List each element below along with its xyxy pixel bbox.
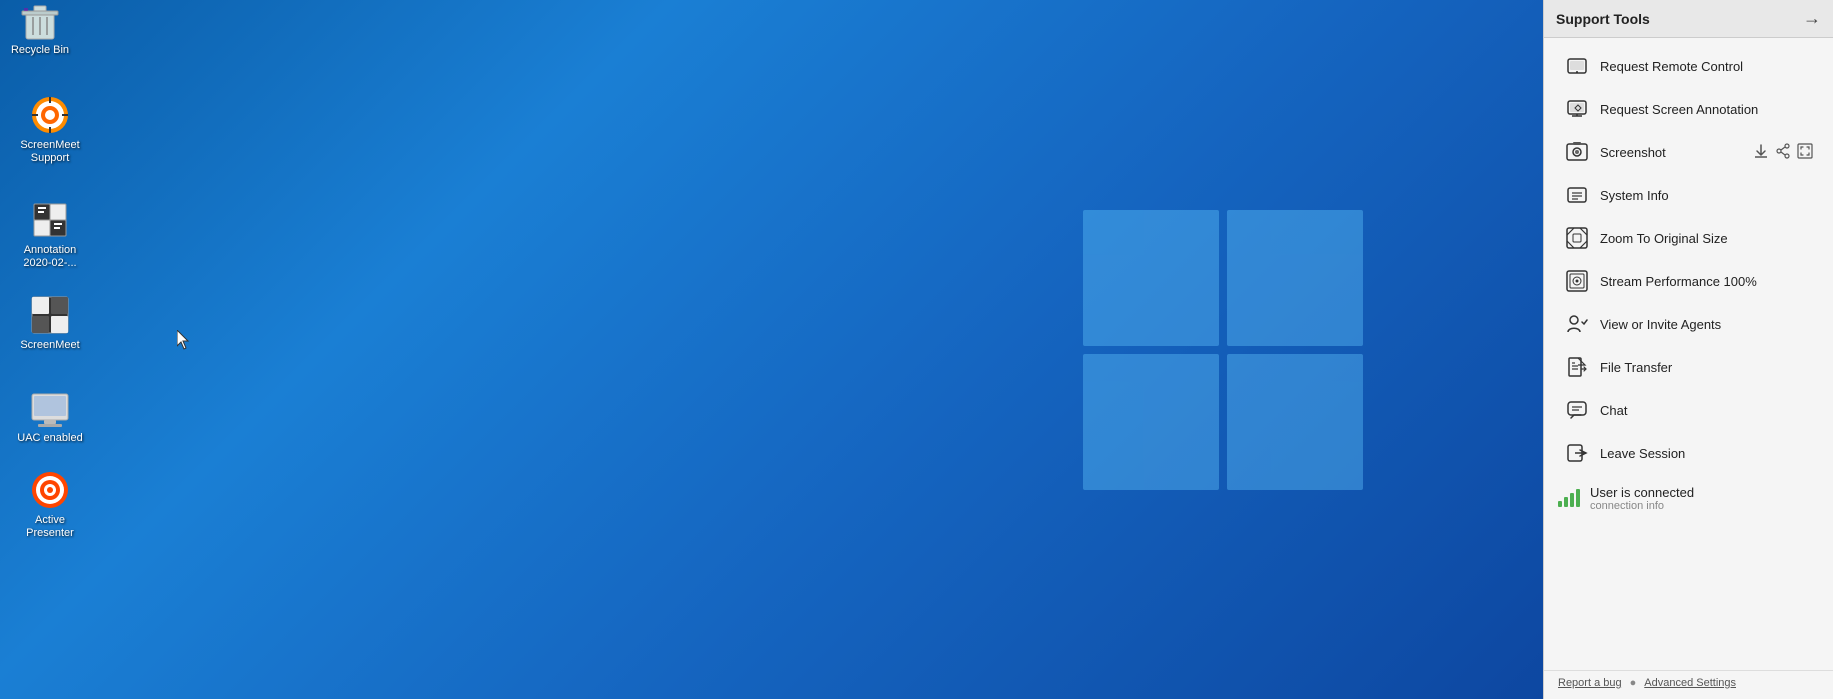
chat-label: Chat	[1600, 403, 1627, 418]
advanced-settings-link[interactable]: Advanced Settings	[1644, 677, 1736, 689]
screenshot-item[interactable]: Screenshot	[1550, 131, 1827, 173]
system-info-label: System Info	[1600, 188, 1669, 203]
windows-logo	[1083, 210, 1363, 490]
signal-bar-2	[1564, 497, 1568, 507]
win-pane-bl	[1083, 354, 1219, 490]
panel-header: Support Tools →	[1544, 0, 1833, 38]
chat-icon	[1564, 397, 1590, 423]
system-info-icon	[1564, 182, 1590, 208]
request-remote-control-label: Request Remote Control	[1600, 59, 1743, 74]
signal-bars-icon	[1558, 487, 1580, 507]
screen-annotation-icon	[1564, 96, 1590, 122]
uac-enabled-icon[interactable]: UAC enabled	[10, 388, 90, 445]
connection-status-sub: connection info	[1590, 500, 1694, 512]
panel-expand-arrow[interactable]: →	[1803, 8, 1821, 29]
system-info-item[interactable]: System Info	[1550, 174, 1827, 216]
file-transfer-label: File Transfer	[1600, 360, 1672, 375]
screenshot-icon	[1564, 139, 1590, 165]
zoom-icon	[1564, 225, 1590, 251]
desktop-area: Recycle Bin ScreenMeetSupport	[0, 0, 1543, 699]
screenshot-label: Screenshot	[1600, 145, 1749, 160]
signal-bar-3	[1570, 493, 1574, 507]
zoom-original-label: Zoom To Original Size	[1600, 231, 1728, 246]
screenshot-share-icon[interactable]	[1775, 143, 1791, 162]
annotation-icon[interactable]: Annotation2020-02-...	[10, 200, 90, 270]
view-invite-agents-item[interactable]: View or Invite Agents	[1550, 303, 1827, 345]
active-presenter-icon[interactable]: ActivePresenter	[10, 470, 90, 540]
screenshot-download-icon[interactable]	[1753, 143, 1769, 162]
screenmeet-support-icon[interactable]: ScreenMeetSupport	[10, 95, 90, 165]
connection-status-main: User is connected	[1590, 485, 1694, 500]
connection-status-text: User is connected connection info	[1590, 485, 1694, 512]
panel-items-list: Request Remote Control Request Screen An…	[1544, 38, 1833, 670]
connection-status: User is connected connection info	[1544, 475, 1833, 518]
request-screen-annotation-item[interactable]: Request Screen Annotation	[1550, 88, 1827, 130]
agents-icon	[1564, 311, 1590, 337]
mouse-cursor	[177, 330, 189, 348]
report-bug-link[interactable]: Report a bug	[1558, 677, 1622, 689]
win-pane-tl	[1083, 210, 1219, 346]
signal-bar-1	[1558, 501, 1562, 507]
panel-title: Support Tools	[1556, 11, 1650, 27]
support-panel: Support Tools → Request Remote Control	[1543, 0, 1833, 699]
request-remote-control-item[interactable]: Request Remote Control	[1550, 45, 1827, 87]
screenmeet-icon[interactable]: ScreenMeet	[10, 295, 90, 352]
win-pane-br	[1227, 354, 1363, 490]
stream-performance-label: Stream Performance 100%	[1600, 274, 1757, 289]
signal-bar-4	[1576, 489, 1580, 507]
screenshot-expand-icon[interactable]	[1797, 143, 1813, 162]
leave-session-label: Leave Session	[1600, 446, 1685, 461]
panel-footer: Report a bug ● Advanced Settings	[1544, 670, 1833, 699]
footer-separator: ●	[1630, 677, 1637, 689]
leave-session-icon	[1564, 440, 1590, 466]
recycle-bin-icon[interactable]: Recycle Bin	[0, 0, 80, 57]
stream-performance-item[interactable]: Stream Performance 100%	[1550, 260, 1827, 302]
zoom-original-item[interactable]: Zoom To Original Size	[1550, 217, 1827, 259]
chat-item[interactable]: Chat	[1550, 389, 1827, 431]
remote-control-icon	[1564, 53, 1590, 79]
win-pane-tr	[1227, 210, 1363, 346]
view-invite-agents-label: View or Invite Agents	[1600, 317, 1721, 332]
request-screen-annotation-label: Request Screen Annotation	[1600, 102, 1758, 117]
file-transfer-item[interactable]: File Transfer	[1550, 346, 1827, 388]
stream-performance-icon	[1564, 268, 1590, 294]
screenshot-extra-icons	[1753, 143, 1813, 162]
file-transfer-icon	[1564, 354, 1590, 380]
leave-session-item[interactable]: Leave Session	[1550, 432, 1827, 474]
